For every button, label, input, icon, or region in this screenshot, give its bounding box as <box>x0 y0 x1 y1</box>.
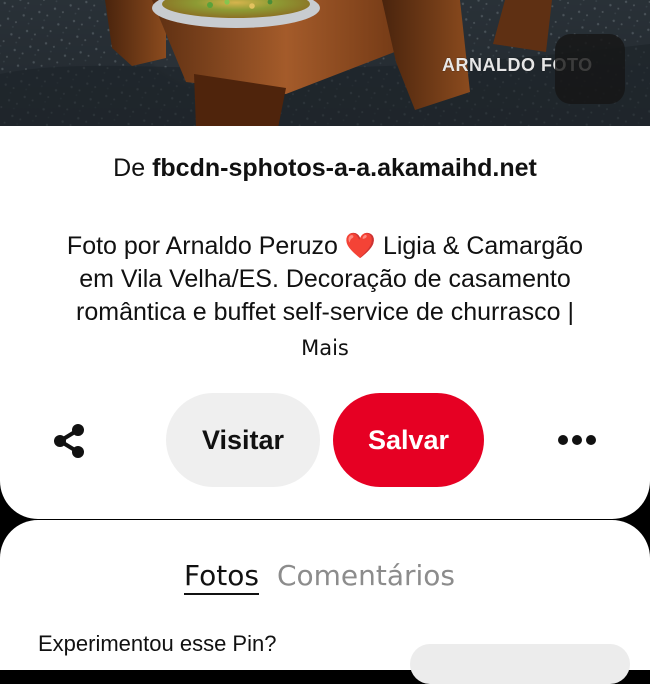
tab-photos[interactable]: Fotos <box>184 560 259 595</box>
save-button[interactable]: Salvar <box>333 393 484 487</box>
partially-visible-action-button[interactable] <box>410 644 630 684</box>
visual-search-button[interactable] <box>555 34 625 104</box>
pin-description: Foto por Arnaldo Peruzo ❤️ Ligia & Camar… <box>0 230 650 365</box>
pin-source: De fbcdn-sphotos-a-a.akamaihd.net <box>0 154 650 183</box>
photos-comments-card: Fotos Comentários Experimentou esse Pin? <box>0 520 650 684</box>
description-line-2: em Vila Velha/ES. Decoração de casamento <box>79 265 571 293</box>
description-line-1: Foto por Arnaldo Peruzo ❤️ Ligia & Camar… <box>66 232 584 260</box>
tab-comments[interactable]: Comentários <box>277 560 455 595</box>
more-options-button[interactable] <box>555 428 599 452</box>
description-more-link[interactable]: Mais <box>301 332 349 365</box>
more-options-icon <box>558 435 596 445</box>
section-tabs: Fotos Comentários <box>184 560 455 595</box>
description-line-3: romântica e buffet self-service de churr… <box>76 298 574 326</box>
source-prefix: De <box>113 154 146 182</box>
source-domain-link[interactable]: fbcdn-sphotos-a-a.akamaihd.net <box>152 154 537 182</box>
tried-pin-prompt: Experimentou esse Pin? <box>38 631 277 656</box>
visual-search-icon <box>555 34 650 128</box>
share-icon <box>54 424 84 458</box>
pin-photo[interactable]: ARNALDO FOTO <box>0 0 650 128</box>
pin-details-card: De fbcdn-sphotos-a-a.akamaihd.net Foto p… <box>0 126 650 519</box>
share-button[interactable] <box>48 419 90 463</box>
visit-button[interactable]: Visitar <box>166 393 320 487</box>
